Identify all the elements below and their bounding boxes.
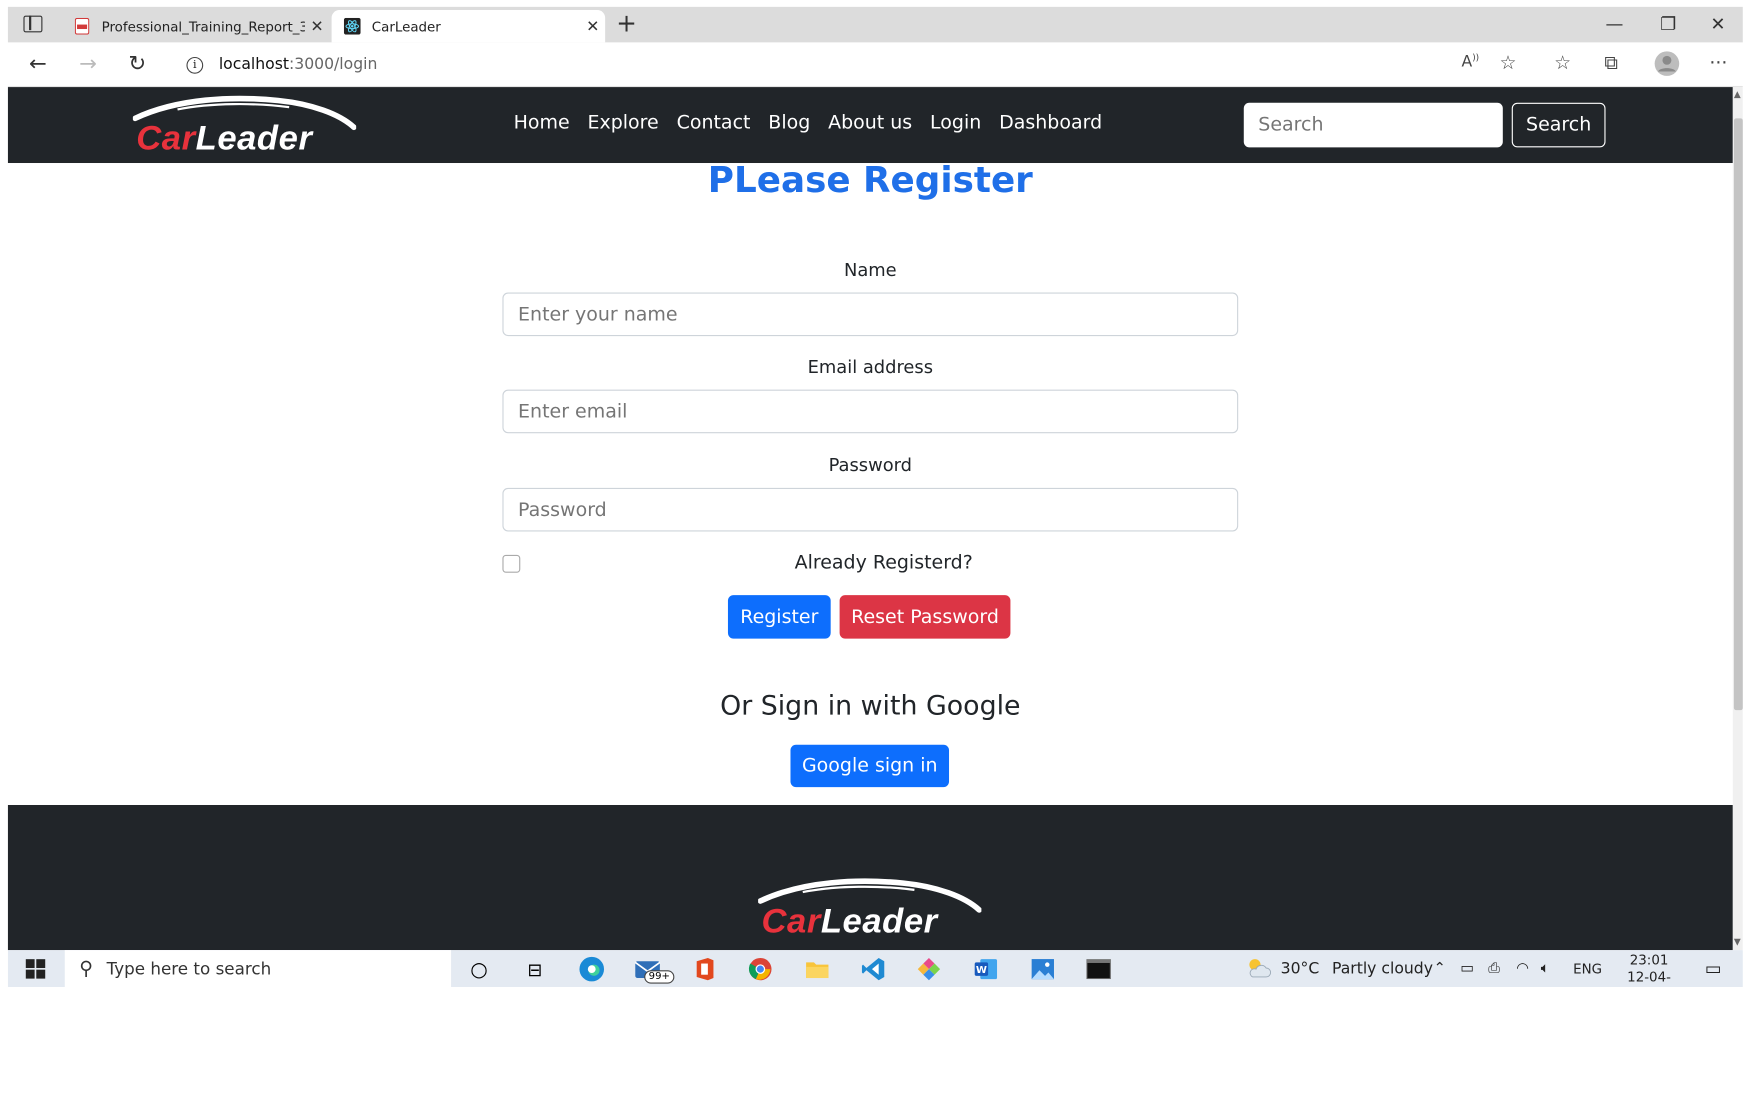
- nav-home[interactable]: Home: [514, 112, 570, 134]
- meet-now-icon[interactable]: ⎙: [1488, 960, 1500, 977]
- task-view-icon[interactable]: ⊟: [521, 956, 548, 983]
- photos-icon[interactable]: [1029, 956, 1056, 983]
- svg-text:W: W: [976, 965, 987, 976]
- tab-training-report[interactable]: Professional_Training_Report_39 ✕: [61, 10, 329, 42]
- nav-links: Home Explore Contact Blog About us Login…: [514, 112, 1103, 134]
- restore-icon[interactable]: ❐: [1660, 13, 1676, 34]
- show-hidden-icons-icon[interactable]: ⌃: [1434, 960, 1446, 977]
- brand-car: Car: [136, 118, 196, 158]
- new-tab-icon[interactable]: +: [616, 11, 637, 38]
- vscode-icon[interactable]: [860, 956, 887, 983]
- scroll-up-icon[interactable]: ▲: [1734, 89, 1741, 99]
- reset-password-button[interactable]: Reset Password: [839, 595, 1011, 639]
- scrollbar-thumb[interactable]: [1733, 118, 1743, 711]
- nav-contact[interactable]: Contact: [677, 112, 751, 134]
- tab-carleader[interactable]: CarLeader ✕: [331, 10, 606, 43]
- google-signin-button[interactable]: Google sign in: [790, 744, 950, 788]
- nav-blog[interactable]: Blog: [768, 112, 810, 134]
- pdf-icon: [74, 17, 91, 35]
- address-toolbar: ← → ↻ i localhost:3000/login A)) ☆ ☆ ⧉ ·…: [7, 42, 1743, 88]
- language-indicator[interactable]: ENG: [1573, 961, 1602, 977]
- profile-avatar-icon[interactable]: [1654, 50, 1681, 82]
- office-icon[interactable]: [691, 956, 718, 983]
- clock[interactable]: 23:01 12-04-2022: [1613, 952, 1684, 987]
- search-icon: ⚲: [79, 957, 94, 980]
- nav-dashboard[interactable]: Dashboard: [999, 112, 1102, 134]
- terminal-icon[interactable]: [1085, 956, 1112, 983]
- tab-title: CarLeader: [371, 18, 441, 35]
- site-navbar: CarLeader Home Explore Contact Blog Abou…: [7, 87, 1733, 164]
- browser-tab-strip: Professional_Training_Report_39 ✕ CarLea…: [7, 6, 1743, 43]
- weather-temp[interactable]: 30°C: [1281, 960, 1320, 978]
- email-label: Email address: [807, 356, 934, 378]
- address-bar[interactable]: i localhost:3000/login: [172, 48, 1529, 81]
- page-title: PLease Register: [707, 158, 1033, 201]
- react-icon: [343, 17, 361, 35]
- notifications-icon[interactable]: ▭: [1705, 958, 1722, 979]
- url-path: :3000/login: [288, 55, 378, 74]
- windows-taskbar: ⚲ Type here to search ○ ⊟ 99+ W 30°C Par…: [7, 950, 1743, 987]
- footer-logo: CarLeader: [758, 876, 982, 941]
- brand-car: Car: [761, 901, 821, 941]
- volume-icon[interactable]: 🔈︎: [1541, 960, 1550, 977]
- refresh-icon[interactable]: ↻: [128, 51, 146, 76]
- taskbar-search-box[interactable]: ⚲ Type here to search: [64, 950, 452, 987]
- close-tab-icon[interactable]: ✕: [581, 17, 606, 35]
- clock-time: 23:01: [1629, 952, 1669, 969]
- nav-login[interactable]: Login: [930, 112, 981, 134]
- brand-leader: Leader: [820, 901, 938, 941]
- close-tab-icon[interactable]: ✕: [305, 17, 330, 35]
- minimize-icon[interactable]: —: [1606, 13, 1624, 34]
- vertical-tabs-icon[interactable]: [23, 15, 43, 33]
- nav-about-us[interactable]: About us: [828, 112, 912, 134]
- file-explorer-icon[interactable]: [804, 956, 831, 983]
- windows-start-icon[interactable]: [22, 956, 49, 983]
- more-menu-icon[interactable]: ···: [1709, 52, 1727, 74]
- weather-icon[interactable]: [1245, 955, 1272, 982]
- register-button[interactable]: Register: [727, 595, 831, 639]
- nav-explore[interactable]: Explore: [588, 112, 659, 134]
- google-heading: Or Sign in with Google: [720, 689, 1021, 722]
- nav-search-button[interactable]: Search: [1511, 102, 1606, 148]
- collections-icon[interactable]: ⧉: [1604, 52, 1618, 74]
- word-icon[interactable]: W: [972, 956, 999, 983]
- password-input[interactable]: [502, 487, 1239, 532]
- close-window-icon[interactable]: ✕: [1710, 13, 1725, 34]
- add-favorite-icon[interactable]: ☆: [1499, 52, 1516, 74]
- favorites-icon[interactable]: ☆: [1554, 52, 1571, 74]
- read-aloud-icon[interactable]: A)): [1461, 52, 1479, 71]
- name-input[interactable]: [502, 292, 1239, 337]
- brand-leader: Leader: [195, 118, 313, 158]
- nav-search-input[interactable]: [1243, 102, 1503, 148]
- mail-badge: 99+: [644, 970, 675, 984]
- password-label: Password: [828, 454, 913, 476]
- weather-desc[interactable]: Partly cloudy: [1332, 960, 1433, 978]
- battery-icon[interactable]: ▭: [1460, 960, 1474, 977]
- tab-title: Professional_Training_Report_39: [101, 18, 305, 35]
- name-label: Name: [843, 259, 897, 281]
- cortana-icon[interactable]: ○: [466, 956, 493, 983]
- edge-icon[interactable]: [578, 956, 605, 983]
- chrome-icon[interactable]: [747, 956, 774, 983]
- url-host: localhost: [218, 55, 289, 74]
- clock-date: 12-04-2022: [1627, 969, 1671, 987]
- site-footer: CarLeader: [7, 804, 1733, 951]
- taskbar-search-placeholder: Type here to search: [106, 958, 272, 979]
- carleader-logo[interactable]: CarLeader: [132, 94, 357, 159]
- email-input[interactable]: [502, 389, 1239, 434]
- forward-icon[interactable]: →: [79, 51, 97, 76]
- scroll-down-icon[interactable]: ▼: [1734, 937, 1741, 947]
- back-icon[interactable]: ←: [29, 51, 47, 76]
- app-launcher-icon[interactable]: [916, 956, 943, 983]
- site-info-icon[interactable]: i: [186, 56, 204, 74]
- wifi-icon[interactable]: ◠: [1516, 960, 1529, 977]
- already-registered-label[interactable]: Already Registerd?: [21, 552, 1743, 574]
